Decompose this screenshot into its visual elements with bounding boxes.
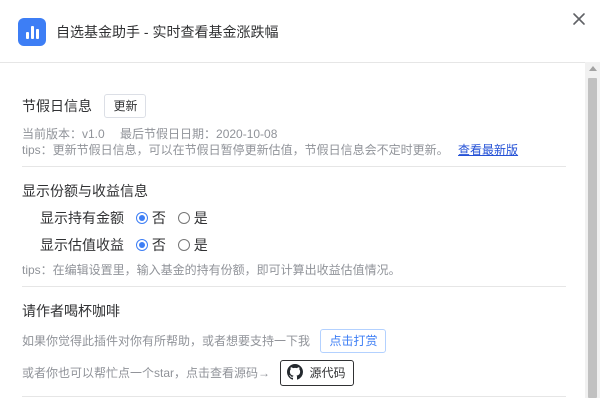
radio-no[interactable] <box>135 239 148 251</box>
reward-button[interactable]: 点击打赏 <box>320 329 387 353</box>
scroll-thumb[interactable] <box>588 78 597 398</box>
option-label: 显示持有金额 <box>40 210 124 226</box>
source-code-label: 源代码 <box>309 366 346 380</box>
bar-chart-icon <box>18 18 46 46</box>
vertical-scrollbar[interactable] <box>585 62 600 398</box>
option-show-holding-amount: 显示持有金额 否 是 <box>40 208 216 228</box>
settings-content: 节假日信息 更新 当前版本：v1.0 最后节假日日期：2020-10-08 ti… <box>0 63 585 398</box>
display-title: 显示份额与收益信息 <box>22 183 148 199</box>
radio-yes-label: 是 <box>193 210 208 226</box>
radio-yes-label: 是 <box>193 237 208 253</box>
source-code-button[interactable]: 源代码 <box>280 360 355 386</box>
holiday-section: 节假日信息 更新 <box>22 94 566 118</box>
option-label: 显示估值收益 <box>40 237 124 253</box>
update-holiday-button[interactable]: 更新 <box>104 94 147 118</box>
option-show-estimated-profit: 显示估值收益 否 是 <box>40 235 216 255</box>
close-icon[interactable] <box>572 12 586 26</box>
holiday-tips: tips：更新节假日信息，可以在节假日暂停更新估值，节假日信息会不定时更新。 查… <box>22 141 566 159</box>
radio-yes[interactable] <box>177 239 190 251</box>
scroll-up-icon[interactable] <box>589 66 597 71</box>
latest-version-link[interactable]: 查看最新版 <box>458 143 518 157</box>
title-bar: 自选基金助手 - 实时查看基金涨跌幅 <box>0 0 600 62</box>
github-icon <box>287 364 304 380</box>
coffee-title: 请作者喝杯咖啡 <box>22 303 120 319</box>
section-divider <box>22 286 566 287</box>
radio-no[interactable] <box>135 212 148 224</box>
section-divider <box>22 396 566 397</box>
support-text: 如果你觉得此插件对你有所帮助，或者想要支持一下我 <box>22 334 311 348</box>
radio-no-label: 否 <box>151 210 166 226</box>
section-divider <box>22 166 566 167</box>
window-title: 自选基金助手 - 实时查看基金涨跌幅 <box>56 24 279 40</box>
holiday-title: 节假日信息 <box>22 98 92 114</box>
star-text: 或者你也可以帮忙点一个star，点击查看源码→ <box>22 366 271 380</box>
source-row: 或者你也可以帮忙点一个star，点击查看源码→ 源代码 <box>22 360 566 386</box>
reward-row: 如果你觉得此插件对你有所帮助，或者想要支持一下我 点击打赏 <box>22 329 566 353</box>
radio-no-label: 否 <box>151 237 166 253</box>
radio-yes[interactable] <box>177 212 190 224</box>
display-tips: tips：在编辑设置里，输入基金的持有份额，即可计算出收益估值情况。 <box>22 263 401 277</box>
holiday-tips-text: tips：更新节假日信息，可以在节假日暂停更新估值，节假日信息会不定时更新。 <box>22 143 449 157</box>
